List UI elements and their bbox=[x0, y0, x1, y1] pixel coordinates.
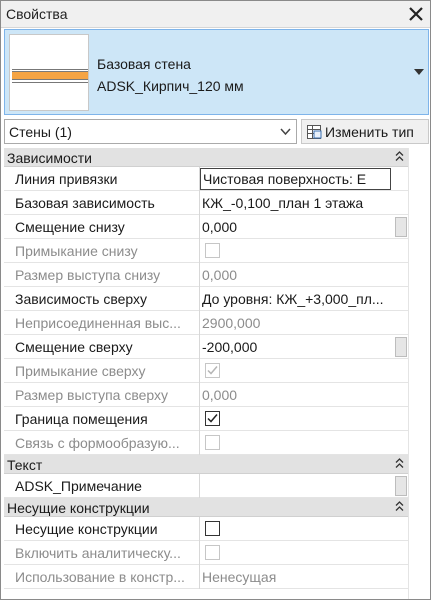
edit-type-icon bbox=[307, 125, 322, 139]
column-divider bbox=[199, 474, 200, 498]
property-name: Неприсоединенная выс... bbox=[15, 315, 181, 331]
column-divider bbox=[199, 335, 200, 359]
collapse-icon[interactable] bbox=[395, 151, 404, 162]
wall-type-preview bbox=[9, 34, 89, 111]
property-name: Несущие конструкции bbox=[15, 521, 158, 537]
property-name: Смещение снизу bbox=[15, 219, 125, 235]
column-divider bbox=[199, 541, 200, 565]
property-row: Примыкание снизу bbox=[4, 239, 429, 263]
property-checkbox[interactable] bbox=[205, 521, 220, 536]
property-row: Линия привязки Чистовая поверхность: Е bbox=[4, 167, 429, 191]
column-divider bbox=[199, 431, 200, 455]
group-title: Текст bbox=[7, 457, 43, 473]
property-name: Размер выступа сверху bbox=[15, 387, 169, 403]
filter-row: Стены (1) Изменить тип bbox=[4, 119, 429, 145]
filter-label: Стены (1) bbox=[9, 124, 72, 140]
property-value: 2900,000 bbox=[202, 315, 261, 331]
property-value: Ненесущая bbox=[202, 569, 277, 585]
properties-palette: Свойства Базовая стена ADSK_Кирпич_120 м… bbox=[0, 0, 431, 600]
property-name: Базовая зависимость bbox=[15, 195, 155, 211]
checkmark-icon bbox=[207, 366, 218, 375]
property-row: Размер выступа снизу 0,000 bbox=[4, 263, 429, 287]
property-row: Размер выступа сверху 0,000 bbox=[4, 383, 429, 407]
property-value[interactable]: 0,000 bbox=[202, 219, 389, 235]
property-value[interactable]: КЖ_-0,100_план 1 этажа bbox=[202, 195, 389, 211]
property-row: ADSK_Примечание bbox=[4, 474, 429, 498]
property-row: Смещение сверху -200,000 bbox=[4, 335, 429, 359]
wall-preview-fill bbox=[12, 71, 88, 80]
property-name: Использование в констр... bbox=[15, 569, 185, 585]
palette-title: Свойства bbox=[6, 6, 68, 22]
group-header[interactable]: Текст bbox=[4, 455, 429, 474]
property-row: Базовая зависимость КЖ_-0,100_план 1 этаж… bbox=[4, 191, 429, 215]
property-row: Включить аналитическу... bbox=[4, 541, 429, 565]
property-value[interactable]: -200,000 bbox=[202, 339, 389, 355]
edit-type-label: Изменить тип bbox=[325, 124, 414, 140]
property-row: Граница помещения bbox=[4, 407, 429, 431]
property-checkbox bbox=[205, 363, 220, 378]
properties-grid: Зависимости Линия привязки Чистовая поверх… bbox=[4, 148, 429, 599]
property-row: Смещение снизу 0,000 bbox=[4, 215, 429, 239]
element-filter-dropdown[interactable]: Стены (1) bbox=[4, 119, 297, 144]
type-selector[interactable]: Базовая стена ADSK_Кирпич_120 мм bbox=[4, 29, 429, 115]
property-row: Неприсоединенная выс... 2900,000 bbox=[4, 311, 429, 335]
chevron-down-icon bbox=[280, 128, 291, 136]
property-row: Несущие конструкции bbox=[4, 517, 429, 541]
column-divider bbox=[199, 239, 200, 263]
associate-parameter-button[interactable] bbox=[395, 217, 407, 237]
property-name: Включить аналитическу... bbox=[15, 545, 181, 561]
column-divider bbox=[199, 383, 200, 407]
checkmark-icon bbox=[207, 414, 218, 423]
column-divider bbox=[199, 407, 200, 431]
group-header[interactable]: Зависимости bbox=[4, 148, 429, 167]
property-name: Связь с формообразую... bbox=[15, 435, 180, 451]
collapse-icon[interactable] bbox=[395, 501, 404, 512]
property-name: ADSK_Примечание bbox=[15, 478, 142, 494]
property-value[interactable]: До уровня: КЖ_+3,000_пл... bbox=[202, 291, 389, 307]
property-row: Примыкание сверху bbox=[4, 359, 429, 383]
column-divider bbox=[199, 287, 200, 311]
edit-type-button[interactable]: Изменить тип bbox=[301, 119, 429, 144]
dropdown-arrow-icon[interactable] bbox=[414, 68, 424, 76]
property-checkbox bbox=[205, 545, 220, 560]
column-divider bbox=[199, 517, 200, 541]
property-row: Использование в констр... Ненесущая bbox=[4, 565, 429, 589]
property-checkbox bbox=[205, 435, 220, 450]
column-divider bbox=[199, 565, 200, 589]
property-row: Зависимость сверху До уровня: КЖ_+3,000_п… bbox=[4, 287, 429, 311]
property-name: Смещение сверху bbox=[15, 339, 133, 355]
title-bar: Свойства bbox=[1, 1, 430, 28]
property-value: 0,000 bbox=[202, 387, 238, 403]
collapse-icon[interactable] bbox=[395, 458, 404, 469]
property-name: Примыкание снизу bbox=[15, 243, 138, 259]
property-name: Линия привязки bbox=[15, 171, 118, 187]
property-name: Зависимость сверху bbox=[15, 291, 148, 307]
group-title: Несущие конструкции bbox=[7, 500, 150, 516]
property-name: Примыкание сверху bbox=[15, 363, 146, 379]
column-divider bbox=[199, 311, 200, 335]
type-name: ADSK_Кирпич_120 мм bbox=[97, 78, 244, 94]
property-checkbox bbox=[205, 243, 220, 258]
property-name: Размер выступа снизу bbox=[15, 267, 161, 283]
property-value: Чистовая поверхность: Е bbox=[203, 171, 367, 187]
column-divider bbox=[199, 359, 200, 383]
property-row: Связь с формообразую... bbox=[4, 431, 429, 455]
associate-parameter-button[interactable] bbox=[395, 476, 407, 496]
column-divider bbox=[199, 263, 200, 287]
property-name: Граница помещения bbox=[15, 411, 148, 427]
close-icon[interactable] bbox=[405, 3, 427, 25]
grid-right-gutter bbox=[408, 148, 429, 599]
property-value-input[interactable]: Чистовая поверхность: Е bbox=[200, 168, 391, 190]
property-value: 0,000 bbox=[202, 267, 238, 283]
column-divider bbox=[199, 191, 200, 215]
column-divider bbox=[199, 215, 200, 239]
associate-parameter-button[interactable] bbox=[395, 337, 407, 357]
type-family-name: Базовая стена bbox=[97, 56, 191, 72]
property-checkbox[interactable] bbox=[205, 411, 220, 426]
group-title: Зависимости bbox=[7, 150, 92, 166]
group-header[interactable]: Несущие конструкции bbox=[4, 498, 429, 517]
